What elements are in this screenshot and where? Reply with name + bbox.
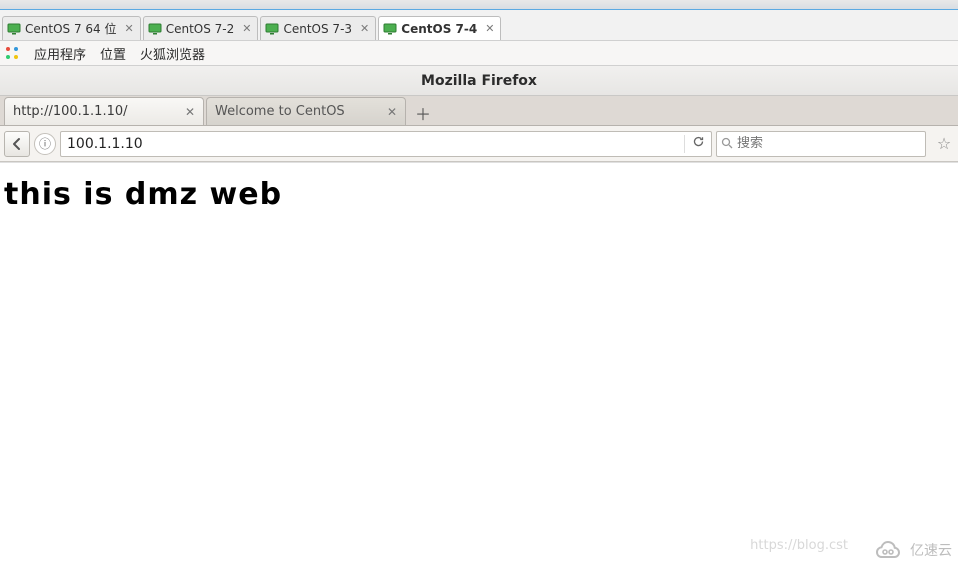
browser-tab-2[interactable]: Welcome to CentOS ✕ [206,97,406,125]
gnome-menubar: 应用程序 位置 火狐浏览器 [0,40,958,66]
window-title: Mozilla Firefox [421,73,537,89]
close-icon[interactable]: ✕ [185,105,195,119]
browser-nav-toolbar: ⓘ ☆ [0,126,958,162]
url-input[interactable] [63,136,682,152]
vm-tab-centos7-64[interactable]: CentOS 7 64 位 ✕ [2,16,141,40]
search-icon [721,134,733,153]
window-titlebar: Mozilla Firefox [0,66,958,96]
urlbar-divider [684,135,685,153]
vm-tab-centos7-4[interactable]: CentOS 7-4 ✕ [378,16,501,40]
menu-places[interactable]: 位置 [100,44,126,63]
search-input[interactable] [737,136,921,151]
close-icon[interactable]: ✕ [242,23,251,34]
info-icon: ⓘ [39,135,51,152]
monitor-icon [148,22,162,36]
vm-tab-label: CentOS 7-3 [283,22,352,36]
close-icon[interactable]: ✕ [485,23,494,34]
browser-tab-strip: http://100.1.1.10/ ✕ Welcome to CentOS ✕… [0,96,958,126]
browser-tab-label: Welcome to CentOS [215,104,387,119]
star-icon: ☆ [937,134,951,153]
watermark-text: 亿速云 [910,540,952,560]
bookmark-star-button[interactable]: ☆ [934,134,954,153]
browser-tab-1[interactable]: http://100.1.1.10/ ✕ [4,97,204,125]
monitor-icon [265,22,279,36]
reload-icon [692,135,705,148]
close-icon[interactable]: ✕ [124,23,133,34]
close-icon[interactable]: ✕ [387,105,397,119]
reload-button[interactable] [687,135,709,152]
menu-firefox[interactable]: 火狐浏览器 [140,44,205,63]
close-icon[interactable]: ✕ [360,23,369,34]
vm-tab-label: CentOS 7-4 [401,22,477,36]
vm-tab-label: CentOS 7-2 [166,22,235,36]
menu-applications[interactable]: 应用程序 [34,44,86,63]
vm-tab-label: CentOS 7 64 位 [25,20,116,37]
search-box[interactable] [716,131,926,157]
vm-tab-centos7-2[interactable]: CentOS 7-2 ✕ [143,16,259,40]
cloud-icon [874,539,904,561]
apps-icon [4,45,20,61]
arrow-left-icon [10,137,24,151]
url-bar[interactable] [60,131,712,157]
vm-tab-centos7-3[interactable]: CentOS 7-3 ✕ [260,16,376,40]
vm-tab-strip: CentOS 7 64 位 ✕ CentOS 7-2 ✕ CentOS 7-3 … [0,10,958,40]
monitor-icon [7,22,21,36]
monitor-icon [383,22,397,36]
back-button[interactable] [4,131,30,157]
watermark-brand: 亿速云 [874,539,952,561]
new-tab-button[interactable]: ＋ [410,101,436,125]
page-heading: this is dmz web [4,177,954,212]
watermark-url: https://blog.cst [750,538,848,553]
browser-tab-label: http://100.1.1.10/ [13,104,185,119]
page-content: this is dmz web [0,163,958,226]
site-info-button[interactable]: ⓘ [34,133,56,155]
top-remnant [0,0,958,10]
